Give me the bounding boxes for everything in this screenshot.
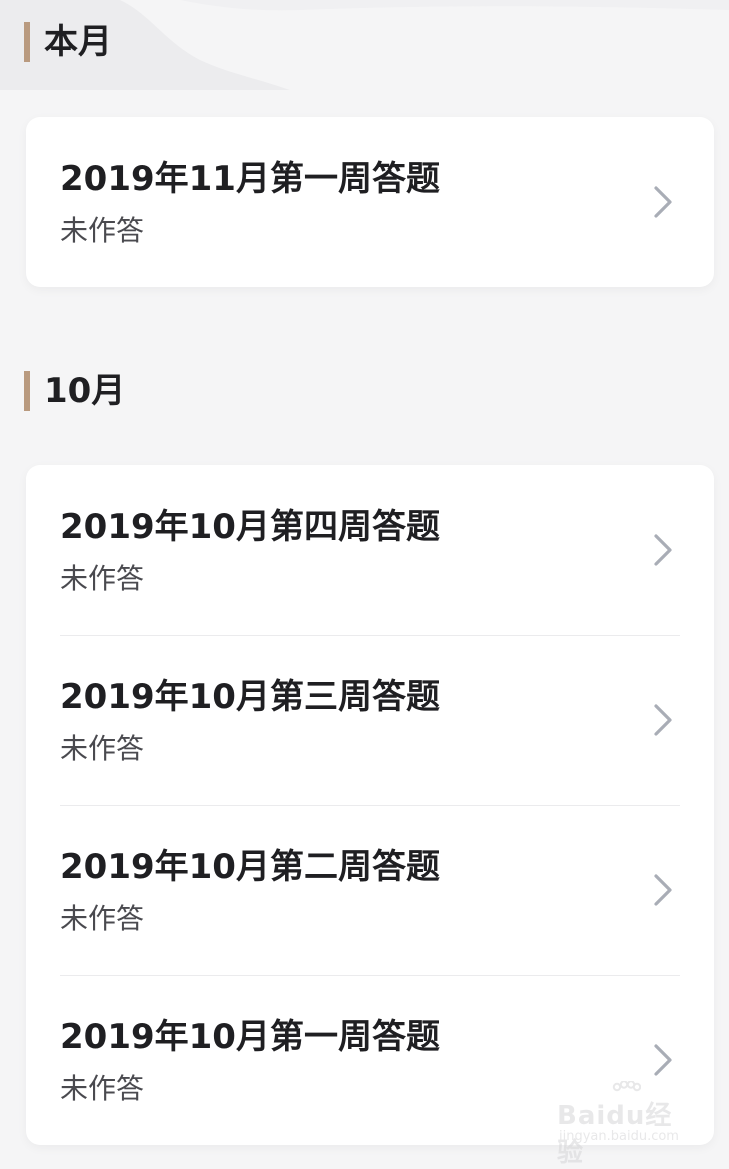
quiz-title: 2019年10月第三周答题: [60, 677, 440, 717]
quiz-title: 2019年10月第二周答题: [60, 847, 440, 887]
quiz-list-card: 2019年11月第一周答题 未作答: [26, 117, 714, 287]
section-title: 10月: [44, 371, 126, 411]
section-header: 10月: [24, 369, 125, 413]
section-header: 本月: [24, 20, 112, 64]
quiz-title: 2019年10月第四周答题: [60, 507, 440, 547]
quiz-row[interactable]: 2019年10月第一周答题 未作答: [26, 975, 714, 1145]
quiz-status: 未作答: [60, 562, 145, 595]
quiz-list-card: 2019年10月第四周答题 未作答 2019年10月第三周答题 未作答 2019…: [26, 465, 714, 1145]
quiz-title: 2019年11月第一周答题: [60, 159, 440, 199]
quiz-status: 未作答: [60, 732, 145, 765]
quiz-status: 未作答: [60, 214, 145, 247]
chevron-right-icon: [654, 1044, 672, 1076]
section-accent-bar: [24, 22, 30, 62]
quiz-row[interactable]: 2019年10月第三周答题 未作答: [26, 635, 714, 805]
quiz-row[interactable]: 2019年10月第二周答题 未作答: [26, 805, 714, 975]
quiz-title: 2019年10月第一周答题: [60, 1017, 440, 1057]
quiz-row[interactable]: 2019年11月第一周答题 未作答: [26, 117, 714, 287]
quiz-status: 未作答: [60, 1072, 145, 1105]
section-title: 本月: [44, 22, 112, 62]
chevron-right-icon: [654, 874, 672, 906]
quiz-status: 未作答: [60, 902, 145, 935]
chevron-right-icon: [654, 186, 672, 218]
quiz-row[interactable]: 2019年10月第四周答题 未作答: [26, 465, 714, 635]
chevron-right-icon: [654, 534, 672, 566]
chevron-right-icon: [654, 704, 672, 736]
section-accent-bar: [24, 371, 30, 411]
